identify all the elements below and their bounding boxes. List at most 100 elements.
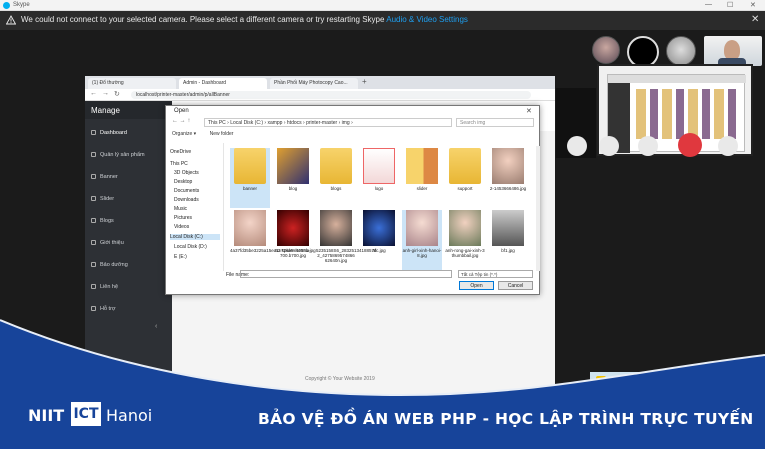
file-item[interactable]: 4a37fd35be3225a15ea1c726e5c4258b.jpg (230, 210, 316, 270)
image-thumbnail (492, 210, 524, 246)
sidebar-item-slider[interactable]: Slider (85, 189, 172, 211)
forward-icon[interactable]: → (102, 90, 109, 97)
image-thumbnail (234, 210, 266, 246)
browser-tab[interactable]: (1) Đổ thường (88, 78, 176, 89)
dashboard-icon (91, 130, 96, 136)
reload-icon[interactable]: ↻ (114, 90, 120, 98)
close-window-button[interactable]: ✕ (750, 1, 756, 9)
tree-item[interactable]: This PC (170, 161, 188, 167)
file-item[interactable]: anh-rong-gai-xinh-3 thumbbail.jpg (445, 210, 485, 270)
image-thumbnail (363, 210, 395, 246)
image-thumbnail (277, 210, 309, 246)
participant-avatar[interactable] (592, 36, 620, 64)
slider-icon (91, 196, 96, 202)
sidebar-item-products[interactable]: Quản lý sản phẩm (85, 145, 172, 167)
new-tab-button[interactable]: + (362, 77, 367, 86)
file-grid-scrollbar[interactable] (536, 146, 540, 271)
sidebar-item-contact[interactable]: Liên hệ (85, 277, 172, 299)
participant-video[interactable] (704, 36, 762, 66)
file-item[interactable]: blog (273, 148, 313, 208)
banner-slogan: BẢO VỆ ĐỒ ÁN WEB PHP - HỌC LẬP TRÌNH TRỰ… (258, 410, 754, 428)
tree-item[interactable]: Downloads (174, 197, 199, 203)
participant-avatar[interactable] (666, 36, 696, 66)
back-icon[interactable]: ← → ↑ (172, 118, 190, 124)
end-call-button[interactable] (678, 133, 702, 157)
file-type-select[interactable]: Tất cả Tệp tin (*.*) (458, 270, 533, 278)
new-folder-button[interactable]: New folder (210, 131, 234, 137)
tree-item-selected[interactable]: Local Disk (C:) (170, 234, 220, 240)
file-grid: banner blog blogs logo slider support 2-… (228, 146, 533, 271)
open-button[interactable]: Open (459, 281, 494, 290)
warning-text: We could not connect to your selected ca… (21, 15, 385, 24)
tree-item[interactable]: Videos (174, 224, 189, 230)
blogs-icon (91, 218, 96, 224)
file-item[interactable]: banner (230, 148, 270, 208)
cancel-button[interactable]: Cancel (498, 281, 533, 290)
microphone-icon[interactable] (567, 136, 587, 156)
tree-item[interactable]: Pictures (174, 215, 192, 221)
file-item[interactable]: support (445, 148, 485, 208)
tree-item[interactable]: 3D Objects (174, 170, 199, 176)
file-item[interactable]: bf1.jpg (488, 210, 528, 270)
file-item[interactable]: 5235158S6_28325134188576 2_4275869574866… (316, 210, 377, 270)
image-thumbnail (406, 210, 438, 246)
maximize-button[interactable]: ☐ (727, 1, 733, 9)
folder-icon (363, 148, 395, 184)
folder-icon (277, 148, 309, 184)
sidebar-item-blogs[interactable]: Blogs (85, 211, 172, 233)
folder-icon (320, 148, 352, 184)
dialog-toolbar: Organize ▾ New folder (172, 131, 233, 137)
browser-tab-active[interactable]: Admin - Dashboard (179, 78, 267, 89)
search-input[interactable]: Search img (456, 118, 534, 127)
close-warning-button[interactable]: ✕ (751, 14, 759, 25)
microphone-toggle-button[interactable] (599, 136, 619, 156)
file-name-input[interactable] (240, 270, 452, 278)
warning-message: We could not connect to your selected ca… (21, 15, 468, 24)
file-item[interactable]: slider (402, 148, 442, 208)
navigation-tree: OneDrive This PC 3D Objects Desktop Docu… (166, 143, 224, 271)
url-input[interactable]: localhost/printer-master/admin/p/allBann… (131, 91, 531, 99)
skype-title-bar: Skype — ☐ ✕ (0, 0, 765, 11)
window-title: Skype (13, 2, 30, 8)
open-file-dialog: Open ✕ ← → ↑ This PC › Local Disk (C:) ›… (165, 105, 540, 295)
camera-toggle-button[interactable] (638, 136, 658, 156)
file-item[interactable]: afc.jpg (359, 210, 399, 270)
file-item[interactable]: anh-girl-xinh-hanoi-8.jpg (402, 210, 442, 270)
image-thumbnail (320, 210, 352, 246)
admin-brand: Manage (85, 101, 172, 119)
minimize-button[interactable]: — (705, 1, 712, 8)
file-item[interactable]: 2-1453666486.jpg (488, 148, 528, 208)
tree-item[interactable]: Music (174, 206, 187, 212)
skype-logo-icon (3, 2, 10, 9)
contact-icon (91, 284, 96, 290)
tree-item[interactable]: E (E:) (174, 254, 187, 260)
products-icon (91, 152, 96, 158)
audio-video-settings-link[interactable]: Audio & Video Settings (386, 15, 468, 24)
back-icon[interactable]: ← (90, 90, 97, 97)
sidebar-item-maintenance[interactable]: Bảo dưỡng (85, 255, 172, 277)
sidebar-item-about[interactable]: Giới thiệu (85, 233, 172, 255)
organize-button[interactable]: Organize ▾ (172, 131, 196, 137)
dialog-close-button[interactable]: ✕ (526, 107, 532, 115)
folder-icon (406, 148, 438, 184)
file-item[interactable]: logo (359, 148, 399, 208)
sidebar-item-banner[interactable]: Banner (85, 167, 172, 189)
image-thumbnail (492, 148, 524, 184)
warning-icon (6, 15, 16, 25)
tree-item[interactable]: Documents (174, 188, 199, 194)
address-bar-row: ← → ↻ localhost/printer-master/admin/p/a… (85, 89, 555, 101)
tree-item[interactable]: Desktop (174, 179, 192, 185)
sidebar-item-dashboard[interactable]: Dashboard (85, 123, 172, 145)
tree-item[interactable]: Local Disk (D:) (174, 244, 207, 250)
banner-icon (91, 174, 96, 180)
about-icon (91, 240, 96, 246)
maintenance-icon (91, 262, 96, 268)
folder-icon (234, 148, 266, 184)
folder-icon (449, 148, 481, 184)
browser-tab[interactable]: Phần Phối Máy Photocopy Cao... (270, 78, 358, 89)
share-screen-button[interactable] (718, 136, 738, 156)
file-item[interactable]: 52-spider-hermia-700.b700.jpg (273, 210, 313, 270)
path-breadcrumb[interactable]: This PC › Local Disk (C:) › xampp › htdo… (204, 118, 452, 127)
tree-item[interactable]: OneDrive (170, 149, 191, 155)
file-item[interactable]: blogs (316, 148, 356, 208)
